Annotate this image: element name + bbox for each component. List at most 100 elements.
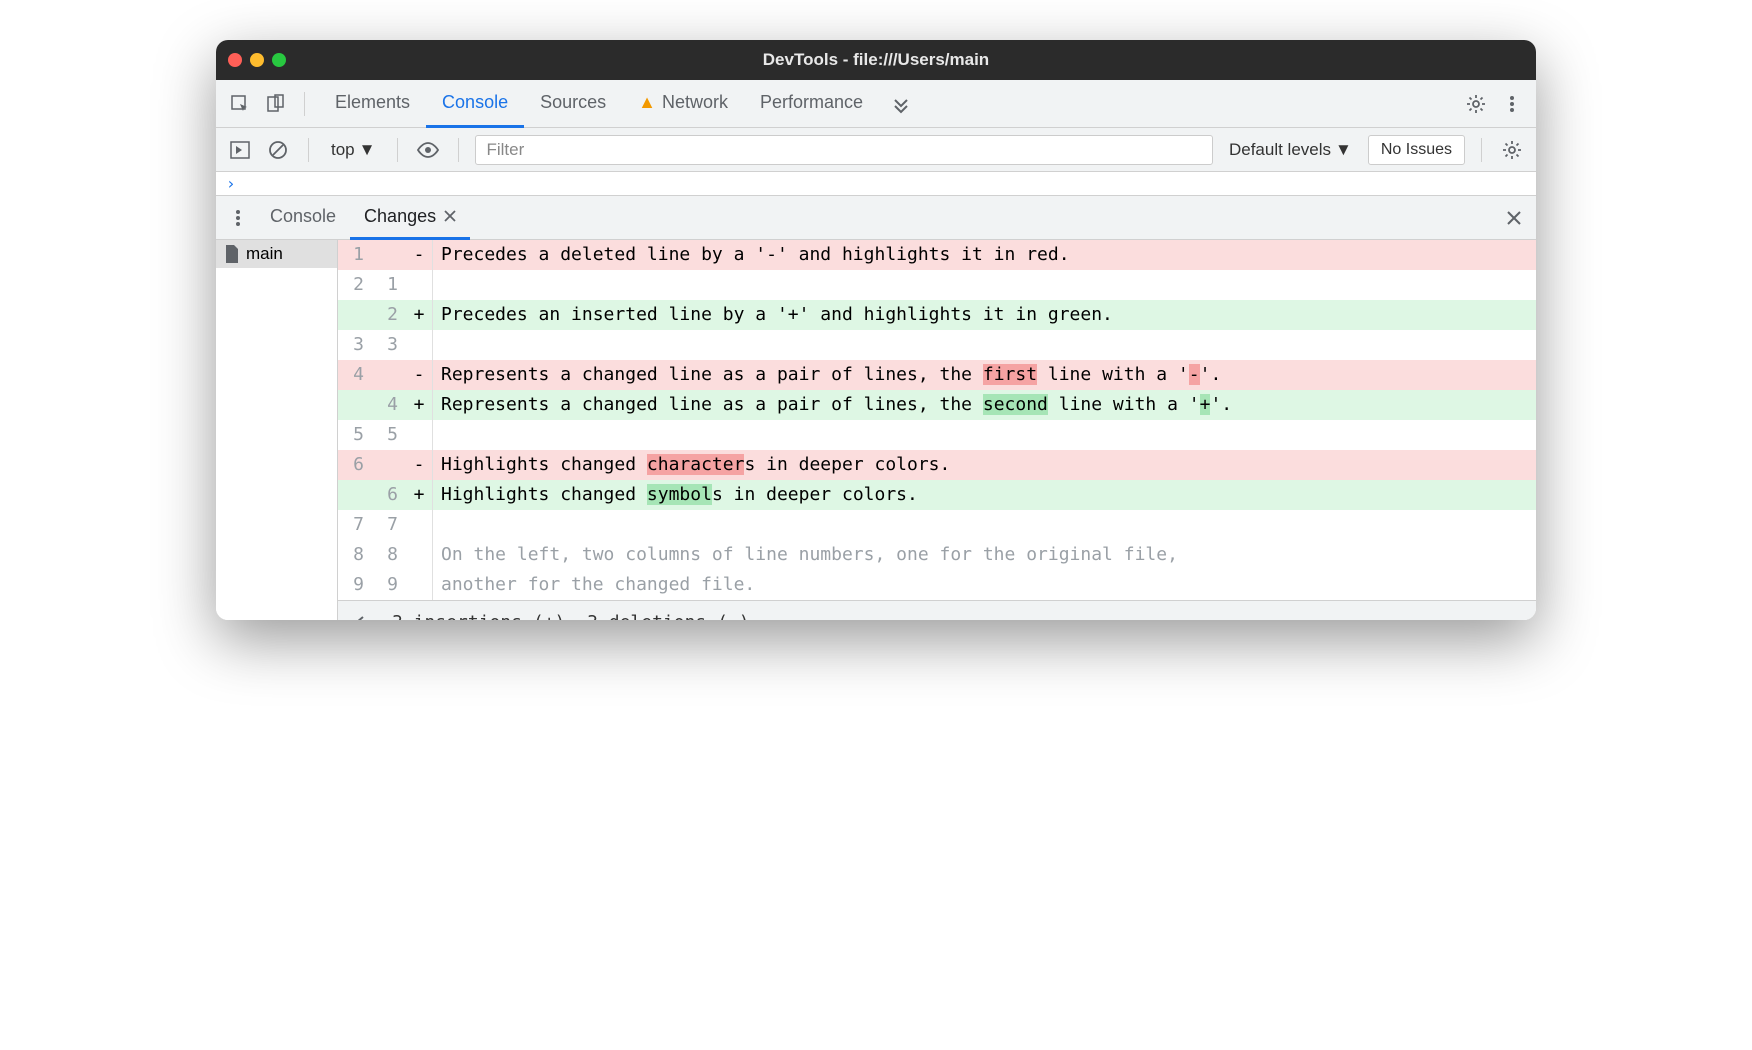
file-icon xyxy=(224,244,240,264)
diff-sign xyxy=(406,330,432,360)
diff-sign: + xyxy=(406,390,432,420)
diff-code xyxy=(433,420,1536,450)
new-line-number: 3 xyxy=(372,330,406,360)
diff-code: another for the changed file. xyxy=(433,570,1536,600)
new-line-number: 4 xyxy=(372,390,406,420)
diff-summary: 3 insertions (+), 3 deletions (-) xyxy=(392,608,750,621)
main-tabs: Elements Console Sources ▲Network Performanc… xyxy=(319,80,879,128)
diff-code: On the left, two columns of line numbers… xyxy=(433,540,1536,570)
clear-console-icon[interactable] xyxy=(264,136,292,164)
tab-label: Console xyxy=(442,92,508,113)
old-line-number xyxy=(338,300,372,330)
diff-sign xyxy=(406,510,432,540)
filter-input[interactable] xyxy=(475,135,1213,165)
toggle-sidebar-icon[interactable] xyxy=(226,136,254,164)
maximize-window-button[interactable] xyxy=(272,53,286,67)
device-toggle-icon[interactable] xyxy=(262,90,290,118)
drawer-tabs: Console Changes xyxy=(216,196,1536,240)
window-controls xyxy=(228,53,286,67)
diff-sign: - xyxy=(406,450,432,480)
diff-code: Precedes an inserted line by a '+' and h… xyxy=(433,300,1536,330)
old-line-number: 1 xyxy=(338,240,372,270)
issues-button[interactable]: No Issues xyxy=(1368,135,1465,165)
drawer-tab-label: Console xyxy=(270,206,336,227)
tab-elements[interactable]: Elements xyxy=(319,80,426,128)
diff-code xyxy=(433,270,1536,300)
new-line-number: 8 xyxy=(372,540,406,570)
diff-row: 99another for the changed file. xyxy=(338,570,1536,600)
drawer-tab-console[interactable]: Console xyxy=(256,196,350,240)
inspect-icon[interactable] xyxy=(226,90,254,118)
diff-sign xyxy=(406,540,432,570)
old-line-number: 7 xyxy=(338,510,372,540)
diff-code: Represents a changed line as a pair of l… xyxy=(433,390,1536,420)
diff-sign: + xyxy=(406,300,432,330)
divider xyxy=(1481,138,1482,162)
tab-performance[interactable]: Performance xyxy=(744,80,879,128)
diff-code xyxy=(433,330,1536,360)
diff-sign: - xyxy=(406,240,432,270)
tab-label: Sources xyxy=(540,92,606,113)
diff-sign xyxy=(406,420,432,450)
drawer-menu-icon[interactable] xyxy=(220,204,256,232)
old-line-number: 4 xyxy=(338,360,372,390)
live-expression-icon[interactable] xyxy=(414,136,442,164)
more-tabs-icon[interactable] xyxy=(887,90,915,118)
diff-row: 33 xyxy=(338,330,1536,360)
old-line-number xyxy=(338,390,372,420)
old-line-number: 8 xyxy=(338,540,372,570)
drawer-tab-changes[interactable]: Changes xyxy=(350,196,470,240)
context-selector[interactable]: top ▼ xyxy=(325,138,381,162)
settings-icon[interactable] xyxy=(1462,90,1490,118)
log-levels-label: Default levels xyxy=(1229,140,1331,160)
diff-row: 88 On the left, two columns of line numbe… xyxy=(338,540,1536,570)
main-toolbar: Elements Console Sources ▲Network Performanc… xyxy=(216,80,1536,128)
divider xyxy=(397,138,398,162)
divider xyxy=(458,138,459,162)
tab-console[interactable]: Console xyxy=(426,80,524,128)
tab-label: Performance xyxy=(760,92,863,113)
chevron-down-icon: ▼ xyxy=(359,140,376,160)
diff-row: 1 -Precedes a deleted line by a '-' and h… xyxy=(338,240,1536,270)
close-window-button[interactable] xyxy=(228,53,242,67)
tab-sources[interactable]: Sources xyxy=(524,80,622,128)
diff-code: Highlights changed symbols in deeper col… xyxy=(433,480,1536,510)
diff-sign: + xyxy=(406,480,432,510)
divider xyxy=(304,92,305,116)
devtools-window: DevTools - file:///Users/main Elements Co… xyxy=(216,40,1536,620)
file-tree: main xyxy=(216,240,338,620)
kebab-menu-icon[interactable] xyxy=(1498,90,1526,118)
context-label: top xyxy=(331,140,355,160)
tab-label: Elements xyxy=(335,92,410,113)
close-tab-icon[interactable] xyxy=(444,210,456,222)
diff-code: Precedes a deleted line by a '-' and hig… xyxy=(433,240,1536,270)
diff-row: 21 xyxy=(338,270,1536,300)
old-line-number: 3 xyxy=(338,330,372,360)
diff-row: 4+Represents a changed line as a pair of… xyxy=(338,390,1536,420)
log-levels-selector[interactable]: Default levels ▼ xyxy=(1223,138,1358,162)
minimize-window-button[interactable] xyxy=(250,53,264,67)
diff-sign xyxy=(406,270,432,300)
window-title: DevTools - file:///Users/main xyxy=(216,50,1536,70)
old-line-number: 2 xyxy=(338,270,372,300)
drawer-close-button[interactable] xyxy=(1496,200,1532,236)
new-line-number: 5 xyxy=(372,420,406,450)
revert-icon[interactable] xyxy=(352,609,380,621)
tab-network[interactable]: ▲Network xyxy=(622,80,744,128)
old-line-number: 5 xyxy=(338,420,372,450)
console-prompt[interactable]: › xyxy=(216,172,1536,196)
file-item[interactable]: main xyxy=(216,240,337,268)
changes-panel: main 1-Precedes a deleted line by a '-' … xyxy=(216,240,1536,620)
diff-code: Highlights changed characters in deeper … xyxy=(433,450,1536,480)
diff-row: 6+Highlights changed symbols in deeper c… xyxy=(338,480,1536,510)
console-settings-icon[interactable] xyxy=(1498,136,1526,164)
old-line-number xyxy=(338,480,372,510)
diff-row: 2+Precedes an inserted line by a '+' and… xyxy=(338,300,1536,330)
new-line-number: 6 xyxy=(372,480,406,510)
new-line-number: 2 xyxy=(372,300,406,330)
old-line-number: 6 xyxy=(338,450,372,480)
chevron-down-icon: ▼ xyxy=(1335,140,1352,160)
diff-sign: - xyxy=(406,360,432,390)
divider xyxy=(308,138,309,162)
diff-code xyxy=(433,510,1536,540)
